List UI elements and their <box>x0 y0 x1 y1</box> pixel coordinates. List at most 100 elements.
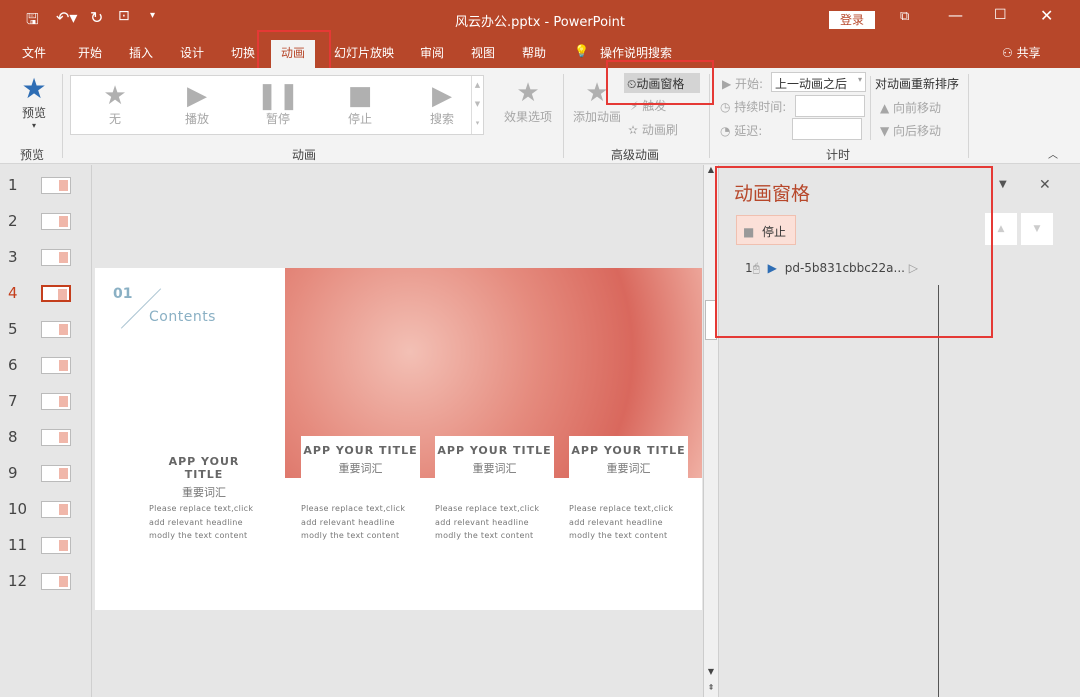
tab-view[interactable]: 视图 <box>471 44 495 61</box>
minimize-icon[interactable]: — <box>948 6 963 24</box>
start-label: ▶ 开始: <box>722 77 764 91</box>
start-value: 上一动画之后 <box>775 77 848 91</box>
tab-review[interactable]: 审阅 <box>420 44 444 61</box>
slide-thumbnail[interactable]: 11 <box>0 532 92 562</box>
card-title: APP YOUR TITLE <box>168 455 240 481</box>
collapse-ribbon-icon[interactable]: ︿ <box>1048 146 1058 161</box>
close-icon[interactable]: ✕ <box>1040 6 1053 25</box>
gallery-pause[interactable]: ❚❚ 暂停 <box>248 81 308 127</box>
slide-number: 4 <box>8 284 18 302</box>
move-earlier-button[interactable]: ▲ 向前移动 <box>880 99 941 116</box>
slide-thumbnail[interactable]: 2 <box>0 208 92 238</box>
tab-design[interactable]: 设计 <box>180 44 204 61</box>
gallery-scrollbar[interactable]: ▲ ▼ ▾ <box>471 76 483 134</box>
card-subtitle: 重要词汇 <box>606 462 651 475</box>
save-icon[interactable]: 🖫 <box>26 9 39 34</box>
slide-number: 11 <box>8 536 28 554</box>
gallery-seek[interactable]: ▶ 搜索 <box>412 81 472 127</box>
card-subtitle: 重要词汇 <box>182 486 226 499</box>
description-line: modly the text content <box>435 531 534 540</box>
slide-thumbnail[interactable]: 5 <box>0 316 92 346</box>
tab-help[interactable]: 帮助 <box>522 44 546 61</box>
maximize-icon[interactable]: ☐ <box>994 7 1007 23</box>
section-number: 01 <box>113 286 133 302</box>
gallery-stop[interactable]: ■ 停止 <box>330 81 390 127</box>
share-button[interactable]: ⚇ 共享 <box>1002 44 1041 61</box>
description-line: add relevant headline <box>569 517 663 527</box>
description-line: Please replace text,click <box>569 504 674 513</box>
tab-transitions[interactable]: 切换 <box>231 44 255 61</box>
duration-input[interactable] <box>795 95 865 117</box>
start-label-text: 开始: <box>735 77 764 91</box>
lightbulb-icon: 💡 <box>574 44 589 58</box>
ribbon-display-icon[interactable]: ⧉ <box>900 9 909 24</box>
start-select[interactable]: 上一动画之后 ▾ <box>771 72 866 92</box>
pause-icon: ❚❚ <box>256 81 300 111</box>
description-line: Please replace text,click <box>301 504 406 513</box>
user-icon: ⚇ <box>1002 46 1013 60</box>
pane-options-icon[interactable]: ▼ <box>999 179 1007 190</box>
star-icon: ★ <box>103 81 127 111</box>
play-icon: ▶ <box>187 81 207 111</box>
description-line: modly the text content <box>301 531 400 540</box>
card-subtitle: 重要词汇 <box>338 462 383 475</box>
effect-options-button[interactable]: ★ 效果选项 <box>502 78 554 125</box>
highlight-pane <box>715 166 993 338</box>
scroll-down-icon[interactable]: ▼ <box>704 667 718 681</box>
move-down-button[interactable]: ▼ <box>1021 213 1053 245</box>
slide-thumbnail[interactable]: 1 <box>0 172 92 202</box>
star-icon: ★ <box>516 78 540 108</box>
star-icon: ★ <box>21 72 47 105</box>
thumbnail-image <box>41 213 71 230</box>
delay-label: ◔ 延迟: <box>720 124 763 138</box>
thumbnail-image <box>41 177 71 194</box>
card-title: APP YOUR TITLE <box>571 444 686 457</box>
slide-number: 5 <box>8 320 18 338</box>
slide-thumbnail[interactable]: 7 <box>0 388 92 418</box>
thumbnail-image <box>41 357 71 374</box>
effect-options-label: 效果选项 <box>503 110 552 124</box>
customize-qat-icon[interactable]: ▾ <box>150 10 155 21</box>
slide-thumbnail[interactable]: 9 <box>0 460 92 490</box>
description-line: add relevant headline <box>301 517 395 527</box>
animation-painter-button[interactable]: ✫ 动画刷 <box>628 121 678 138</box>
card-description: Please replace text,click add relevant he… <box>149 502 253 543</box>
title-bar: 🖫 ↶▾ ↻ ⊡ ▾ 风云办公.pptx - PowerPoint 登录 ⧉ —… <box>0 0 1080 36</box>
slide-thumbnail[interactable]: 8 <box>0 424 92 454</box>
move-later-button[interactable]: ▼ 向后移动 <box>880 122 941 139</box>
gallery-play[interactable]: ▶ 播放 <box>167 81 227 127</box>
card-title: APP YOUR TITLE <box>437 444 552 457</box>
preview-label: 预览 <box>21 106 46 120</box>
login-button[interactable]: 登录 <box>829 11 875 29</box>
gallery-none[interactable]: ★ 无 <box>85 81 145 127</box>
tab-insert[interactable]: 插入 <box>129 44 153 61</box>
thumbnail-image <box>41 501 71 518</box>
redo-icon[interactable]: ↻ <box>90 8 103 27</box>
chevron-down-icon: ▾ <box>857 75 862 84</box>
slide-thumbnail[interactable]: 4 <box>0 280 92 310</box>
gallery-label: 播放 <box>184 112 209 126</box>
tab-home[interactable]: 开始 <box>78 44 102 61</box>
thumbnail-image <box>41 285 71 302</box>
group-label-advanced: 高级动画 <box>611 148 660 162</box>
slide-thumbnail[interactable]: 12 <box>0 568 92 598</box>
card-description: Please replace text,click add relevant he… <box>435 502 539 543</box>
timeline-line <box>938 285 939 697</box>
description-line: Please replace text,click <box>149 504 254 513</box>
tell-me-search[interactable]: 操作说明搜索 <box>600 44 672 61</box>
tab-file[interactable]: 文件 <box>22 44 46 61</box>
prev-slide-icon[interactable]: ⇞ <box>704 683 718 697</box>
slideshow-icon[interactable]: ⊡ <box>118 8 130 24</box>
thumbnail-image <box>41 573 71 590</box>
undo-icon[interactable]: ↶▾ <box>56 8 77 27</box>
tab-slideshow[interactable]: 幻灯片放映 <box>334 44 394 61</box>
gallery-label: 暂停 <box>265 112 290 126</box>
pane-close-icon[interactable]: ✕ <box>1039 177 1051 193</box>
delay-input[interactable] <box>792 118 862 140</box>
slide-thumbnail[interactable]: 3 <box>0 244 92 274</box>
card-title: APP YOUR TITLE <box>303 444 418 457</box>
preview-button[interactable]: ★ 预览 ▾ <box>14 72 54 131</box>
slide-thumbnail[interactable]: 10 <box>0 496 92 526</box>
duration-label-text: 持续时间: <box>734 100 787 114</box>
slide-thumbnail[interactable]: 6 <box>0 352 92 382</box>
